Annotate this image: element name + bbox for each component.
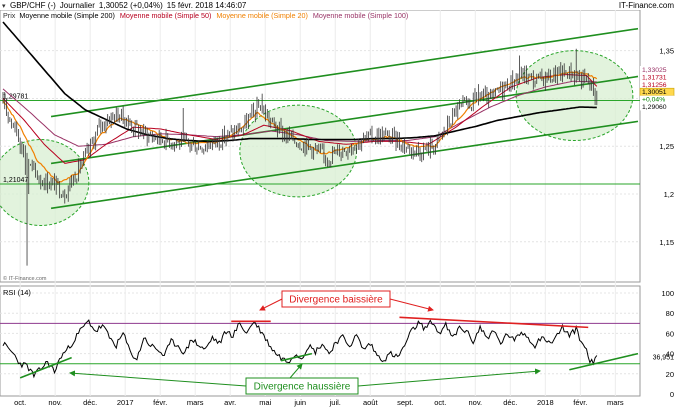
rsi-tick-label: 60: [666, 329, 674, 338]
dropdown-arrow-icon[interactable]: ▾: [2, 3, 6, 10]
price-tag-label: +0,04%: [642, 97, 665, 104]
month-tick-label: oct.: [14, 398, 26, 407]
price-tick-label: 1,25: [659, 142, 674, 151]
month-tick-label: 2018: [537, 398, 554, 407]
rsi-tick-label: 20: [666, 370, 674, 379]
price-tag-label: 1,33025: [642, 67, 667, 74]
watermark: © IT-Finance.com: [3, 275, 47, 282]
price-tick-label: 1,15: [659, 238, 674, 247]
level-label: 1,21047: [3, 177, 28, 184]
month-tick-label: nov.: [48, 398, 62, 407]
rsi-last-value: 36,951: [653, 355, 675, 362]
header-source: IT-Finance.com: [619, 1, 674, 10]
month-tick-label: mars: [607, 398, 624, 407]
price-tag-label: 1,29060: [642, 104, 667, 111]
rsi-tick-label: 0: [670, 390, 674, 399]
header-symbol-text: GBP/CHF (-) Journalier 1,30052 (+0,04%) 15 …: [10, 1, 247, 10]
month-tick-label: mai: [259, 398, 271, 407]
month-tick-label: 2017: [117, 398, 134, 407]
month-tick-label: juil.: [329, 398, 341, 407]
highlight-ellipse: [515, 50, 634, 141]
month-tick-label: mars: [187, 398, 204, 407]
x-axis-ticks: oct. nov. déc. 2017 févr. mars avr. mai juin juil…: [14, 398, 624, 407]
month-tick-label: août: [363, 398, 379, 407]
month-tick-label: juin: [293, 398, 306, 407]
price-tag-label: 1,30051: [642, 89, 667, 96]
bearish-annotation-text: Divergence baissière: [289, 295, 383, 306]
price-tag-label: 1,31256: [642, 82, 667, 89]
price-tag-label: 1,31731: [642, 74, 667, 81]
chart-area: 1,297811,21047 1,351,31,251,21,151008060…: [0, 0, 680, 409]
month-tick-label: nov.: [468, 398, 482, 407]
month-tick-label: déc.: [503, 398, 517, 407]
rsi-title: RSI (14): [3, 288, 31, 297]
month-tick-label: avr.: [224, 398, 236, 407]
month-tick-label: sept.: [397, 398, 413, 407]
bullish-annotation-text: Divergence haussière: [254, 382, 351, 393]
month-tick-label: déc.: [83, 398, 97, 407]
price-tick-label: 1,35: [659, 47, 674, 56]
ma-legend: Prix Moyenne mobile (Simple 200) Moyenne…: [3, 11, 408, 20]
rsi-tick-label: 80: [666, 309, 674, 318]
chart-svg: 1,297811,21047 1,351,31,251,21,151008060…: [0, 0, 680, 407]
rsi-tick-label: 100: [661, 289, 674, 298]
month-tick-label: févr.: [153, 398, 167, 407]
month-tick-label: oct.: [434, 398, 446, 407]
price-tick-label: 1,2: [664, 190, 674, 199]
month-tick-label: févr.: [573, 398, 587, 407]
